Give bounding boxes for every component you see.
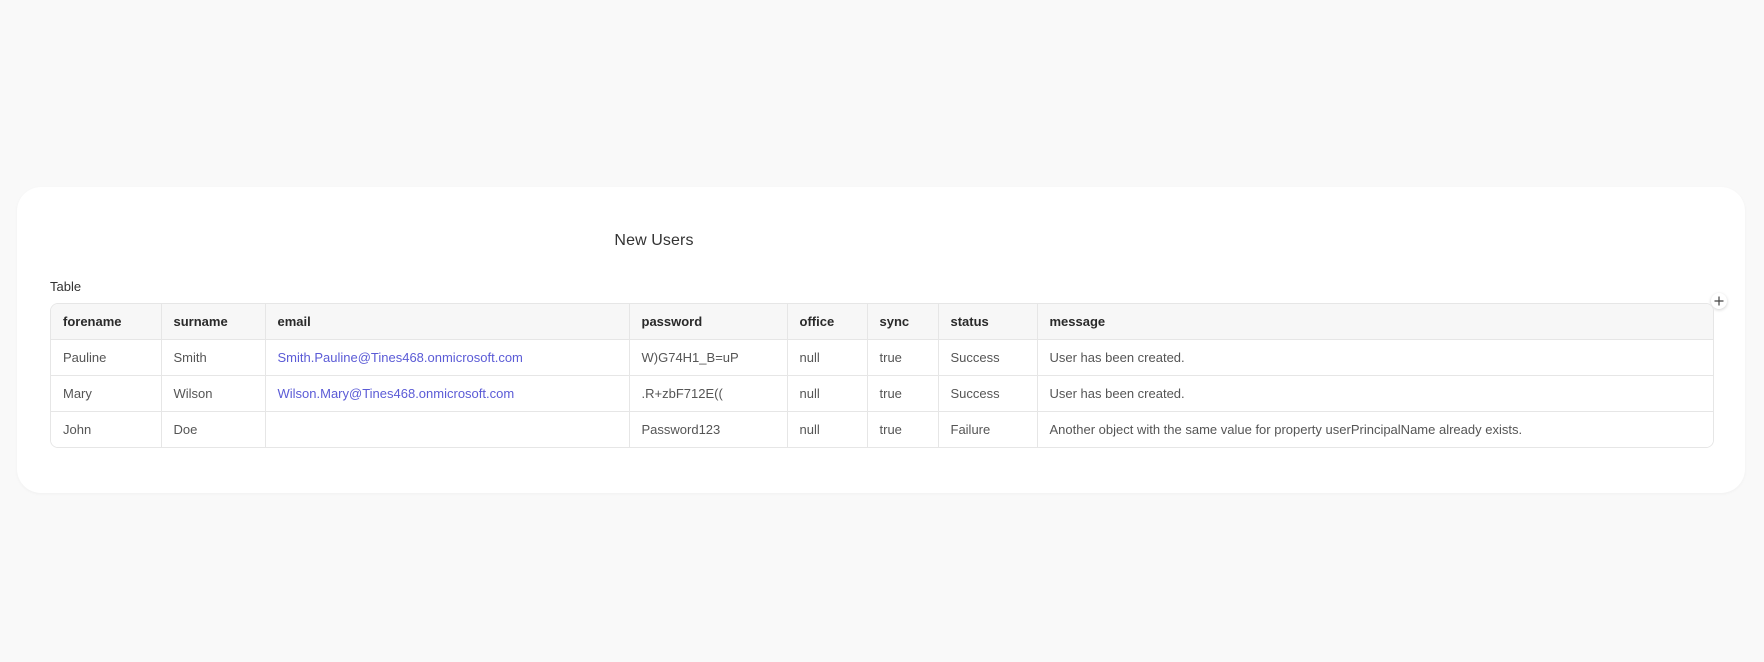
cell-message[interactable]: Another object with the same value for p…: [1037, 411, 1713, 447]
cell-surname[interactable]: Smith: [161, 339, 266, 376]
cell-password[interactable]: .R+zbF712E((: [629, 375, 788, 412]
email-link[interactable]: Smith.Pauline@Tines468.onmicrosoft.com: [278, 350, 523, 365]
cell-sync[interactable]: true: [867, 411, 939, 447]
cell-forename[interactable]: Mary: [51, 375, 162, 412]
column-header-office[interactable]: office: [787, 304, 868, 340]
cell-message[interactable]: User has been created.: [1037, 375, 1713, 412]
cell-email[interactable]: [265, 411, 630, 447]
cell-surname[interactable]: Doe: [161, 411, 266, 447]
table-row: John Doe Password123 null true Failure A…: [51, 411, 1713, 447]
cell-office[interactable]: null: [787, 375, 868, 412]
column-header-password[interactable]: password: [629, 304, 788, 340]
table-label: Table: [50, 279, 82, 294]
cell-message[interactable]: User has been created.: [1037, 339, 1713, 376]
column-header-status[interactable]: status: [938, 304, 1038, 340]
table-header-row: forename surname email password office s…: [51, 304, 1713, 340]
cell-sync[interactable]: true: [867, 375, 939, 412]
table-row: Pauline Smith Smith.Pauline@Tines468.onm…: [51, 339, 1713, 376]
column-header-email[interactable]: email: [265, 304, 630, 340]
email-link[interactable]: Wilson.Mary@Tines468.onmicrosoft.com: [278, 386, 515, 401]
cell-status[interactable]: Failure: [938, 411, 1038, 447]
cell-forename[interactable]: Pauline: [51, 339, 162, 376]
table-row: Mary Wilson Wilson.Mary@Tines468.onmicro…: [51, 375, 1713, 412]
cell-status[interactable]: Success: [938, 339, 1038, 376]
cell-email[interactable]: Smith.Pauline@Tines468.onmicrosoft.com: [265, 339, 630, 376]
cell-email[interactable]: Wilson.Mary@Tines468.onmicrosoft.com: [265, 375, 630, 412]
cell-status[interactable]: Success: [938, 375, 1038, 412]
cell-surname[interactable]: Wilson: [161, 375, 266, 412]
cell-password[interactable]: W)G74H1_B=uP: [629, 339, 788, 376]
cell-forename[interactable]: John: [51, 411, 162, 447]
cell-sync[interactable]: true: [867, 339, 939, 376]
table-card: New Users Table forename surname email p…: [17, 187, 1745, 493]
add-column-button[interactable]: [1711, 293, 1727, 309]
column-header-sync[interactable]: sync: [867, 304, 939, 340]
page-title: New Users: [614, 232, 694, 249]
cell-password[interactable]: Password123: [629, 411, 788, 447]
column-header-message[interactable]: message: [1037, 304, 1713, 340]
plus-icon: [1714, 296, 1724, 306]
data-table: forename surname email password office s…: [50, 303, 1714, 448]
column-header-forename[interactable]: forename: [51, 304, 162, 340]
cell-office[interactable]: null: [787, 339, 868, 376]
cell-office[interactable]: null: [787, 411, 868, 447]
column-header-surname[interactable]: surname: [161, 304, 266, 340]
